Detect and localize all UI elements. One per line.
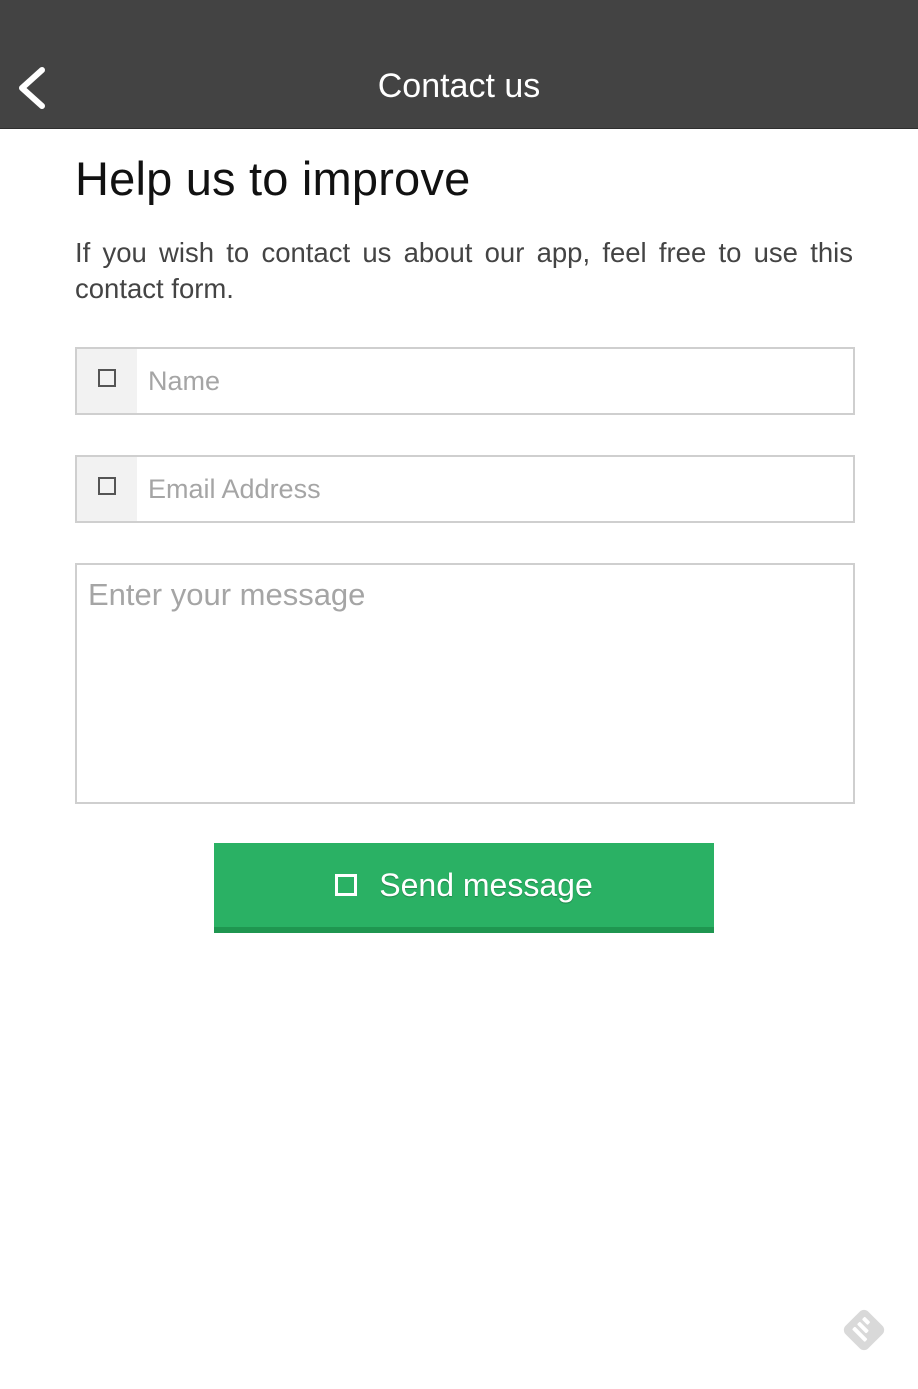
email-input[interactable]	[137, 457, 848, 521]
message-textarea[interactable]	[77, 565, 853, 802]
name-field	[75, 347, 855, 415]
message-field	[75, 563, 855, 804]
send-icon	[335, 874, 358, 896]
email-field-addon	[77, 457, 137, 521]
page-title: Contact us	[377, 67, 541, 105]
form-heading: Help us to improve	[75, 152, 471, 205]
send-message-button[interactable]: Send message	[214, 843, 714, 933]
name-field-addon	[77, 349, 137, 413]
name-input[interactable]	[137, 349, 848, 413]
intro-text: If you wish to contact us about our app,…	[75, 237, 853, 304]
send-button-label: Send message	[379, 866, 593, 903]
email-field	[75, 455, 855, 523]
user-icon	[98, 369, 116, 387]
feedly-icon[interactable]	[838, 1304, 890, 1356]
envelope-icon	[98, 477, 116, 495]
navigation-bar: Contact us	[0, 0, 918, 129]
